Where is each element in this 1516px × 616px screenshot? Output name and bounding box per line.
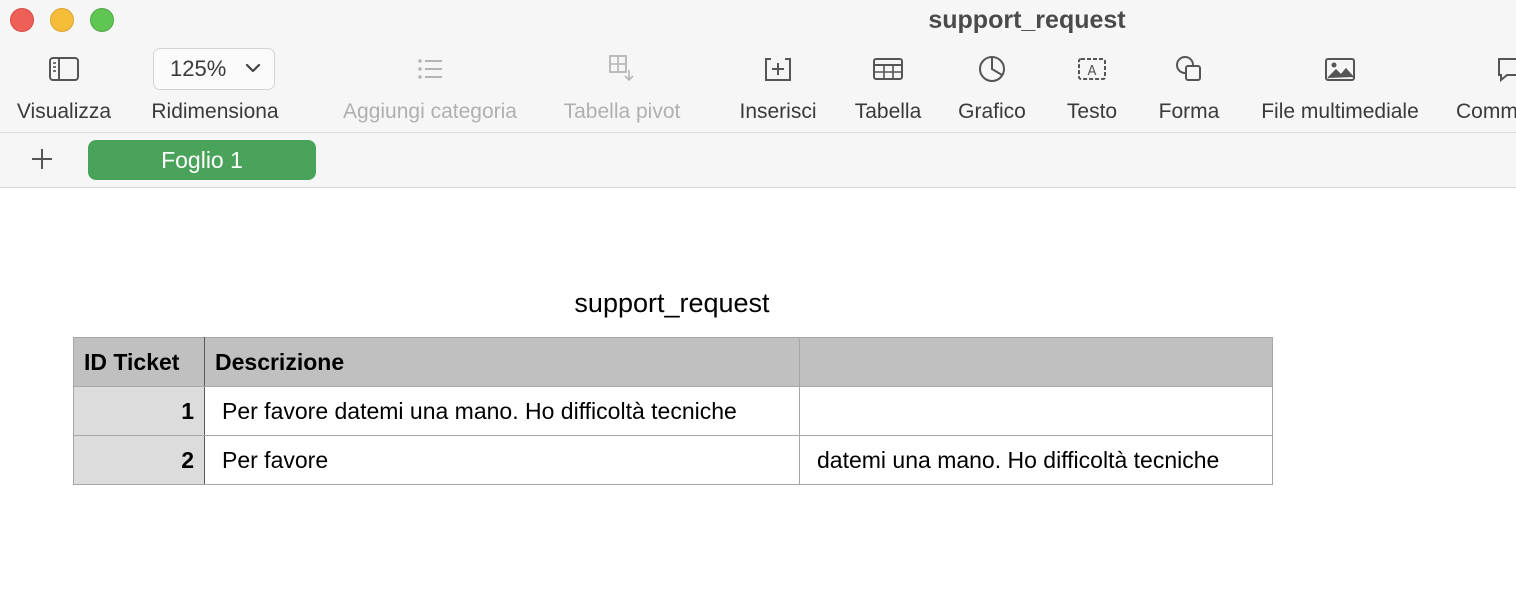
zoom-value: 125% bbox=[170, 56, 227, 81]
toolbar-label: Grafico bbox=[958, 100, 1026, 123]
toolbar-label: File multimediale bbox=[1261, 100, 1419, 123]
text-box-icon: A bbox=[1075, 52, 1109, 86]
toolbar-aggiungi-categoria-button[interactable]: Aggiungi categoria bbox=[330, 48, 530, 128]
table-icon bbox=[871, 52, 905, 86]
table-cell[interactable]: datemi una mano. Ho difficoltà tecniche bbox=[799, 435, 1273, 485]
toolbar-label: Tabella pivot bbox=[563, 100, 681, 123]
chart-icon bbox=[975, 52, 1009, 86]
id-cell[interactable]: 1 bbox=[73, 386, 205, 436]
table-title[interactable]: support_request bbox=[472, 285, 872, 321]
toolbar-label: Testo bbox=[1066, 100, 1118, 123]
add-sheet-button[interactable] bbox=[28, 145, 56, 173]
numbers-window: support_request Visualizza 125% Ridimens… bbox=[0, 0, 1516, 616]
toolbar-grafico-button[interactable]: Grafico bbox=[948, 48, 1036, 128]
toolbar-commenti-button[interactable]: Comm bbox=[1452, 48, 1516, 128]
toolbar-ridimensiona-control[interactable]: 125% Ridimensiona bbox=[145, 48, 285, 128]
table-cell[interactable]: Per favore bbox=[204, 435, 800, 485]
insert-icon bbox=[761, 52, 795, 86]
toolbar-testo-button[interactable]: A Testo bbox=[1056, 48, 1128, 128]
header-cell[interactable]: Descrizione bbox=[204, 337, 800, 387]
svg-text:A: A bbox=[1088, 64, 1097, 79]
toolbar-forma-button[interactable]: Forma bbox=[1150, 48, 1228, 128]
toolbar-label: Forma bbox=[1158, 100, 1220, 123]
header-row: ID Ticket Descrizione bbox=[73, 337, 1273, 387]
toolbar-label: Comm bbox=[1456, 100, 1516, 123]
table-row: 1 Per favore datemi una mano. Ho diffico… bbox=[73, 386, 1273, 436]
id-cell[interactable]: 2 bbox=[73, 435, 205, 485]
toolbar-tabella-button[interactable]: Tabella bbox=[846, 48, 930, 128]
sheet-tab-bar: Foglio 1 bbox=[0, 133, 1516, 188]
zoom-dropdown[interactable]: 125% bbox=[153, 48, 275, 90]
media-icon bbox=[1323, 52, 1357, 86]
table-cell[interactable] bbox=[799, 386, 1273, 436]
toolbar-tabella-pivot-button[interactable]: Tabella pivot bbox=[552, 48, 692, 128]
sheet-tab-foglio-1[interactable]: Foglio 1 bbox=[88, 140, 316, 180]
toolbar-label: Ridimensiona bbox=[151, 100, 279, 123]
toolbar-visualizza-button[interactable]: Visualizza bbox=[0, 48, 128, 128]
data-table: ID Ticket Descrizione 1 Per favore datem… bbox=[73, 337, 1273, 485]
title-toolbar-area: support_request Visualizza 125% Ridimens… bbox=[0, 0, 1516, 133]
table-cell[interactable]: Per favore datemi una mano. Ho difficolt… bbox=[204, 386, 800, 436]
header-cell[interactable]: ID Ticket bbox=[73, 337, 205, 387]
table-row: 2 Per favore datemi una mano. Ho diffico… bbox=[73, 435, 1273, 485]
window-title: support_request bbox=[928, 6, 1126, 34]
toolbar-file-multimediale-button[interactable]: File multimediale bbox=[1246, 48, 1434, 128]
shape-icon bbox=[1172, 52, 1206, 86]
pivot-table-icon bbox=[605, 52, 639, 86]
toolbar-label: Aggiungi categoria bbox=[343, 100, 517, 123]
list-icon bbox=[413, 52, 447, 86]
toolbar-label: Inserisci bbox=[739, 100, 817, 123]
chevron-down-icon bbox=[245, 63, 261, 73]
sidebar-icon bbox=[47, 52, 81, 86]
fullscreen-window-button[interactable] bbox=[90, 8, 114, 32]
close-window-button[interactable] bbox=[10, 8, 34, 32]
toolbar-label: Tabella bbox=[854, 100, 922, 123]
minimize-window-button[interactable] bbox=[50, 8, 74, 32]
toolbar-label: Visualizza bbox=[16, 100, 112, 123]
comment-icon bbox=[1494, 52, 1516, 86]
header-cell[interactable] bbox=[799, 337, 1273, 387]
toolbar-inserisci-button[interactable]: Inserisci bbox=[728, 48, 828, 128]
